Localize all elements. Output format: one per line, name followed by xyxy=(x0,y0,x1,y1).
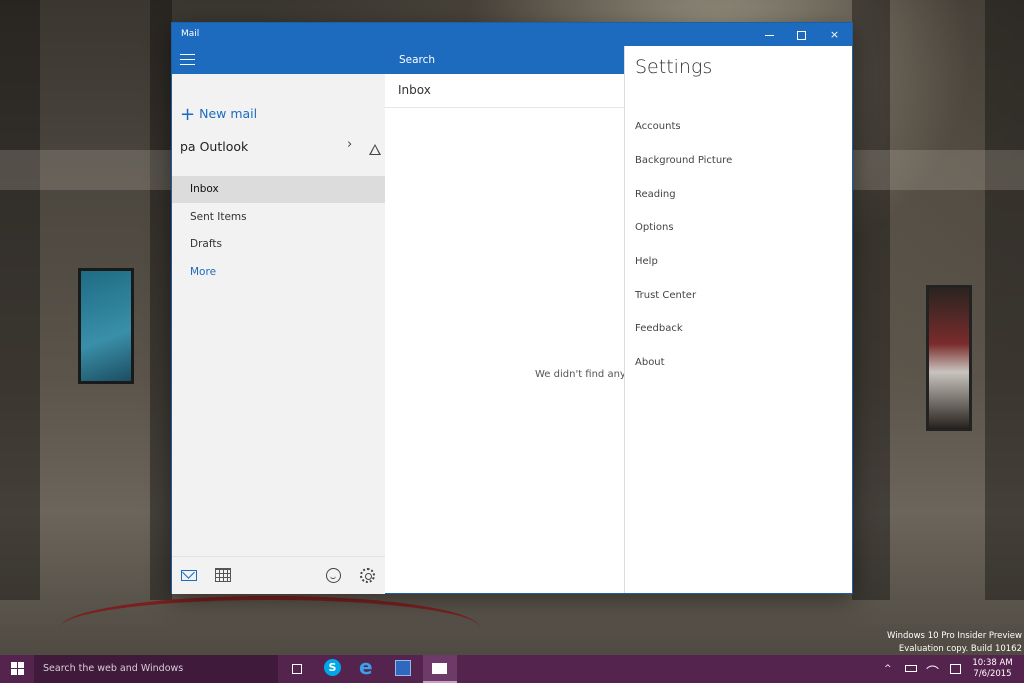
feedback-smiley-icon[interactable] xyxy=(326,568,341,583)
settings-item-options[interactable]: Options xyxy=(635,222,674,233)
message-list-pane: Search Inbox We didn't find anyth xyxy=(385,46,624,593)
warning-icon[interactable] xyxy=(369,144,381,155)
windows-logo-icon-part xyxy=(11,669,17,675)
settings-item-accounts[interactable]: Accounts xyxy=(635,121,681,132)
mail-icon[interactable] xyxy=(181,570,197,581)
battery-icon[interactable] xyxy=(905,655,919,683)
tray-chevron-icon[interactable]: ^ xyxy=(884,655,892,683)
minimize-button[interactable] xyxy=(753,23,786,46)
navigation-pane: + New mail pa Outlook › Inbox Sent Items … xyxy=(172,46,385,594)
close-button[interactable]: × xyxy=(818,23,851,46)
folder-sent-items[interactable]: Sent Items xyxy=(172,204,385,231)
title-bar[interactable]: Mail × xyxy=(172,23,852,46)
folder-more[interactable]: More xyxy=(172,259,385,286)
start-button[interactable] xyxy=(0,655,34,683)
settings-title: Settings xyxy=(635,56,713,78)
taskbar-search-input[interactable]: Search the web and Windows xyxy=(34,655,278,683)
wallpaper-column-far-right xyxy=(985,0,1024,600)
wallpaper-balcony-right xyxy=(852,150,1024,190)
maximize-button[interactable] xyxy=(785,23,818,46)
folder-label: Inbox xyxy=(190,183,219,195)
settings-gear-icon[interactable] xyxy=(360,568,375,583)
wallpaper-balcony xyxy=(0,150,172,190)
search-input[interactable]: Search xyxy=(385,46,624,74)
calendar-icon[interactable] xyxy=(215,568,231,582)
settings-item-about[interactable]: About xyxy=(635,357,665,368)
wallpaper-column-left xyxy=(0,0,40,600)
settings-item-reading[interactable]: Reading xyxy=(635,189,676,200)
folder-inbox[interactable]: Inbox xyxy=(172,176,385,203)
wallpaper-column-right xyxy=(852,0,890,600)
folder-label: More xyxy=(190,266,217,278)
settings-item-trust-center[interactable]: Trust Center xyxy=(635,290,696,301)
windows-logo-icon-part xyxy=(18,662,24,668)
folder-label: Sent Items xyxy=(190,211,247,223)
new-mail-button[interactable]: + New mail xyxy=(180,104,257,125)
windows-logo-icon-part xyxy=(18,669,24,675)
skype-icon[interactable] xyxy=(318,658,346,680)
window-title: Mail xyxy=(181,29,200,39)
nav-header xyxy=(172,46,385,74)
folder-header-title: Inbox xyxy=(398,83,431,97)
chevron-right-icon[interactable]: › xyxy=(347,137,352,152)
close-icon: × xyxy=(829,28,840,41)
new-mail-label: New mail xyxy=(199,106,258,121)
folder-drafts[interactable]: Drafts xyxy=(172,231,385,258)
wallpaper-poster-right xyxy=(926,285,972,431)
plus-icon: + xyxy=(180,104,196,125)
watermark-line-1: Windows 10 Pro Insider Preview xyxy=(887,631,1022,641)
search-placeholder: Search xyxy=(399,54,436,66)
clock-date: 7/6/2015 xyxy=(973,669,1012,679)
settings-pane: Settings Accounts Background Picture Rea… xyxy=(624,46,852,593)
internet-explorer-icon[interactable] xyxy=(353,655,381,680)
wallpaper-poster xyxy=(78,268,134,384)
account-name: pa Outlook xyxy=(180,139,249,154)
minimize-icon xyxy=(765,34,774,36)
mail-window: Mail × + New mail pa Outlook › Inbox Sent… xyxy=(172,23,852,594)
account-item[interactable]: pa Outlook › xyxy=(180,137,385,161)
taskbar: Search the web and Windows ^ 10:38 AM 7/… xyxy=(0,655,1024,683)
taskbar-clock[interactable]: 10:38 AM 7/6/2015 xyxy=(965,658,1020,680)
folder-header: Inbox xyxy=(385,74,624,108)
taskbar-search-placeholder: Search the web and Windows xyxy=(43,663,184,674)
nav-footer xyxy=(172,556,385,594)
settings-item-help[interactable]: Help xyxy=(635,256,658,267)
settings-item-background-picture[interactable]: Background Picture xyxy=(635,155,732,166)
mail-app-icon[interactable] xyxy=(423,655,457,683)
settings-item-feedback[interactable]: Feedback xyxy=(635,323,683,334)
outlook-icon[interactable] xyxy=(389,658,417,680)
maximize-icon xyxy=(797,30,806,40)
wifi-icon[interactable] xyxy=(926,655,942,683)
wallpaper-rope xyxy=(60,596,480,660)
empty-message: We didn't find anyth xyxy=(535,369,624,380)
hamburger-menu-icon[interactable] xyxy=(180,54,195,66)
wallpaper-column xyxy=(150,0,172,600)
action-center-icon[interactable] xyxy=(950,655,964,683)
folder-label: Drafts xyxy=(190,238,222,250)
clock-time: 10:38 AM xyxy=(972,658,1013,668)
task-view-icon[interactable] xyxy=(283,658,311,680)
windows-logo-icon xyxy=(11,662,17,668)
